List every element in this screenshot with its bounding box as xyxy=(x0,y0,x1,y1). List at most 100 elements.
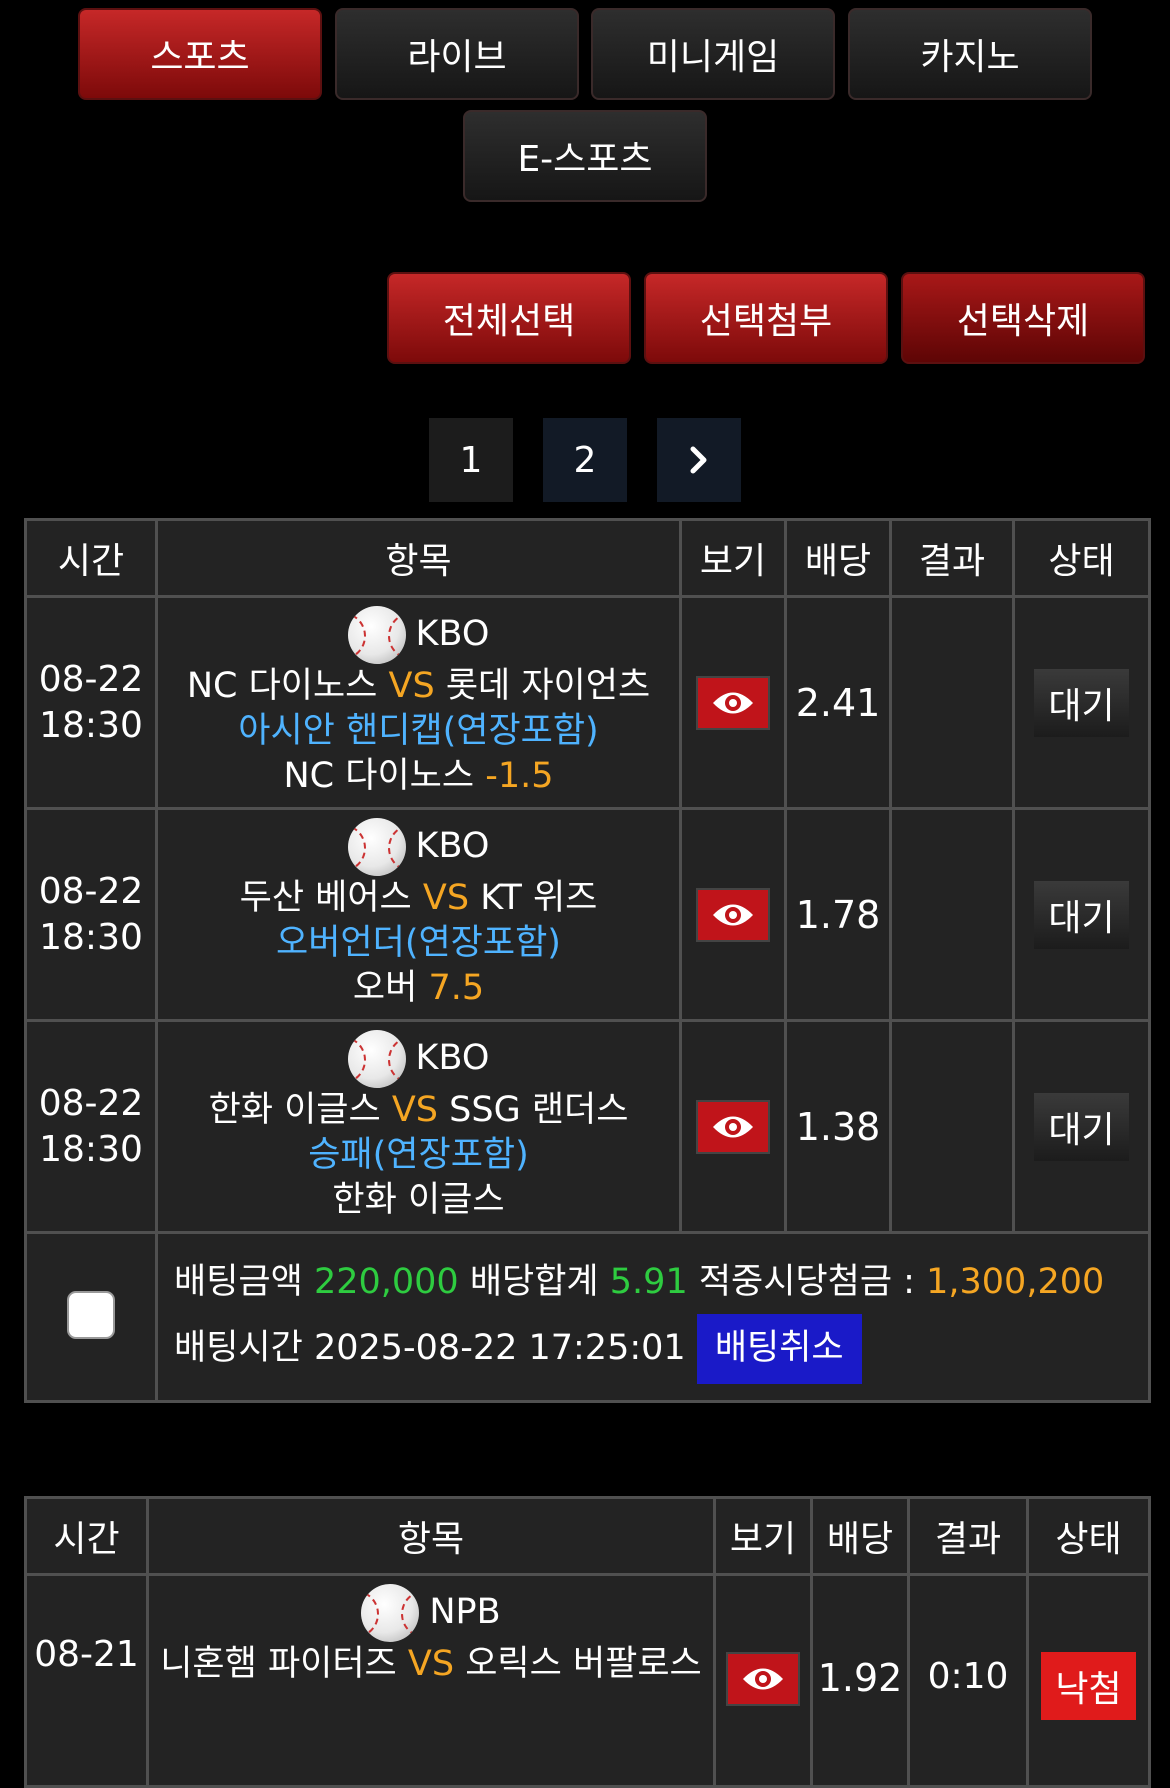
odds-value: 2.41 xyxy=(784,595,892,810)
baseball-icon xyxy=(347,606,406,664)
pick-line: -1.5 xyxy=(485,756,554,796)
page-2-button[interactable]: 2 xyxy=(543,418,627,502)
select-cell xyxy=(24,1231,158,1403)
vs-label: VS xyxy=(407,1644,455,1684)
bet-summary-row: 배팅금액 220,000 배당합계 5.91 적중시당첨금 : 1,300,20… xyxy=(24,1231,1151,1403)
home-team: NC 다이노스 xyxy=(186,666,378,706)
league-name: KBO xyxy=(415,614,490,654)
table-header-row: 시간 항목 보기 배당 결과 상태 xyxy=(24,518,1151,598)
view-cell xyxy=(679,807,787,1022)
eye-icon xyxy=(713,692,753,713)
pick: NC 다이노스 xyxy=(283,756,475,796)
odds-value: 1.38 xyxy=(784,1019,892,1234)
match-date: 08-21 xyxy=(34,1634,139,1675)
league-name: NPB xyxy=(429,1592,501,1632)
bet-amount: 220,000 xyxy=(313,1262,459,1302)
view-cell xyxy=(679,1019,787,1234)
odds-value: 1.78 xyxy=(784,807,892,1022)
home-team: 한화 이글스 xyxy=(208,1090,381,1130)
market-name: 아시안 핸디캡(연장포함) xyxy=(238,711,599,751)
header-time: 시간 xyxy=(24,518,158,598)
next-page-button[interactable] xyxy=(657,418,741,502)
vs-label: VS xyxy=(388,666,435,706)
header-result: 결과 xyxy=(889,518,1015,598)
home-team: 니혼햄 파이터즈 xyxy=(160,1644,397,1684)
away-team: 롯데 자이언츠 xyxy=(445,666,651,706)
header-item: 항목 xyxy=(155,518,682,598)
eye-icon xyxy=(713,1116,753,1137)
tab-casino[interactable]: 카지노 xyxy=(848,8,1092,100)
baseball-icon xyxy=(361,1584,420,1642)
match-clock: 18:30 xyxy=(39,916,143,958)
home-team: 두산 베어스 xyxy=(239,878,412,918)
bet-time-label: 배팅시간 xyxy=(174,1328,303,1368)
chevron-right-icon xyxy=(690,446,707,474)
select-slip-checkbox[interactable] xyxy=(67,1291,115,1339)
match-date: 08-22 xyxy=(38,1082,144,1124)
result-value xyxy=(889,1019,1015,1234)
match-time: 08-22 18:30 xyxy=(24,595,158,810)
league-name: KBO xyxy=(415,1038,490,1078)
header-odds: 배당 xyxy=(784,518,892,598)
status-badge: 대기 xyxy=(1034,1092,1129,1161)
league-name: KBO xyxy=(415,826,490,866)
table-header-row: 시간 항목 보기 배당 결과 상태 xyxy=(24,1496,1151,1576)
tab-esports[interactable]: E-스포츠 xyxy=(463,110,707,202)
vs-label: VS xyxy=(391,1090,439,1130)
bet-slip-table-1: 시간 항목 보기 배당 결과 상태 08-22 18:30 KBO NC 다이노… xyxy=(24,518,1151,1403)
view-details-button[interactable] xyxy=(696,675,770,730)
tab-live[interactable]: 라이브 xyxy=(335,8,579,100)
bet-time: 2025-08-22 17:25:01 xyxy=(313,1328,686,1368)
view-details-button[interactable] xyxy=(696,887,770,942)
tab-sports[interactable]: 스포츠 xyxy=(78,8,322,100)
odds-total-label: 배당합계 xyxy=(469,1262,599,1302)
page-1-button[interactable]: 1 xyxy=(429,418,513,502)
market-name: 오버언더(연장포함) xyxy=(276,923,561,963)
status-badge: 대기 xyxy=(1034,880,1129,949)
vs-label: VS xyxy=(422,878,470,918)
market-name: 승패(연장포함) xyxy=(308,1135,529,1175)
header-item: 항목 xyxy=(146,1496,716,1576)
away-team: KT 위즈 xyxy=(480,878,598,918)
baseball-icon xyxy=(347,1030,406,1088)
delete-selected-button[interactable]: 선택삭제 xyxy=(901,272,1145,364)
match-time: 08-22 18:30 xyxy=(24,1019,158,1234)
status-cell: 대기 xyxy=(1012,1019,1151,1234)
status-badge: 낙첨 xyxy=(1041,1652,1136,1720)
match-item: KBO 두산 베어스 VS KT 위즈 오버언더(연장포함) 오버 7.5 xyxy=(155,807,682,1022)
status-cell: 대기 xyxy=(1012,807,1151,1022)
view-details-button[interactable] xyxy=(696,1099,770,1154)
table-row: 08-22 18:30 KBO 한화 이글스 VS SSG 랜더스 승패(연장포… xyxy=(24,1019,1151,1234)
match-item: KBO NC 다이노스 VS 롯데 자이언츠 아시안 핸디캡(연장포함) NC … xyxy=(155,595,682,810)
cancel-bet-button[interactable]: 배팅취소 xyxy=(696,1314,862,1384)
header-result: 결과 xyxy=(907,1496,1029,1576)
header-status: 상태 xyxy=(1012,518,1151,598)
baseball-icon xyxy=(347,818,406,876)
view-details-button[interactable] xyxy=(726,1652,800,1706)
eye-icon xyxy=(713,904,753,925)
select-all-button[interactable]: 전체선택 xyxy=(387,272,631,364)
result-value xyxy=(889,595,1015,810)
match-time: 08-22 18:30 xyxy=(24,807,158,1022)
table-row: 08-22 18:30 KBO 두산 베어스 VS KT 위즈 오버언더(연장포… xyxy=(24,807,1151,1022)
header-view: 보기 xyxy=(713,1496,813,1576)
eye-icon xyxy=(743,1668,783,1690)
attach-selected-button[interactable]: 선택첨부 xyxy=(644,272,888,364)
header-time: 시간 xyxy=(24,1496,149,1576)
view-cell xyxy=(679,595,787,810)
pick: 오버 xyxy=(352,968,418,1008)
match-clock: 18:30 xyxy=(39,704,143,746)
result-value xyxy=(889,807,1015,1022)
pick-line: 7.5 xyxy=(428,968,485,1008)
tab-minigame[interactable]: 미니게임 xyxy=(591,8,835,100)
match-clock: 18:30 xyxy=(39,1128,143,1170)
status-cell: 대기 xyxy=(1012,595,1151,810)
table-row: 08-22 18:30 KBO NC 다이노스 VS 롯데 자이언츠 아시안 핸… xyxy=(24,595,1151,810)
status-badge: 대기 xyxy=(1034,668,1129,737)
match-date: 08-22 xyxy=(38,870,144,912)
bet-slip-table-2: 시간 항목 보기 배당 결과 상태 08-21 NPB 니혼햄 파이터즈 VS … xyxy=(24,1496,1151,1788)
header-odds: 배당 xyxy=(810,1496,910,1576)
away-team: SSG 랜더스 xyxy=(449,1090,629,1130)
payout-label: 적중시당첨금 : xyxy=(698,1262,915,1302)
odds-total: 5.91 xyxy=(609,1262,688,1302)
